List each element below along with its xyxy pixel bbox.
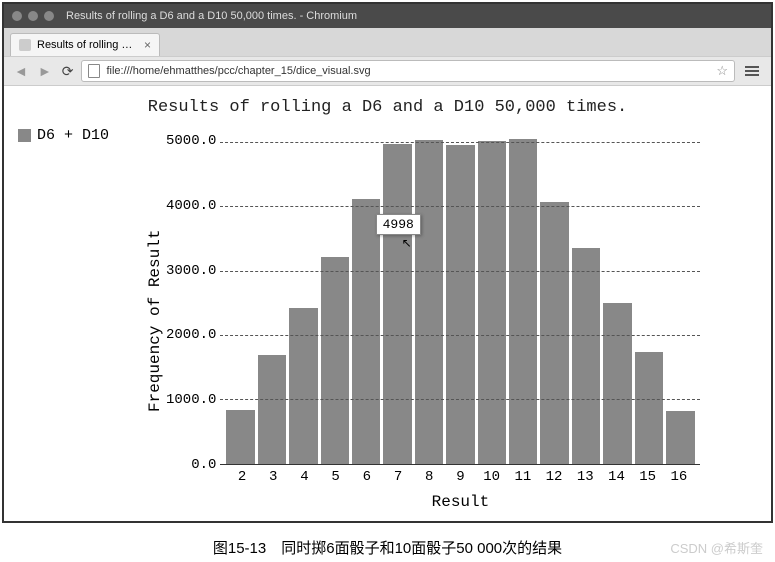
figure-caption: 图15-13 同时掷6面骰子和10面骰子50 000次的结果: [213, 537, 562, 558]
chart-bar[interactable]: [258, 355, 286, 464]
nav-back-icon[interactable]: ◄: [12, 63, 30, 79]
y-tick-label: 2000.0: [166, 327, 216, 343]
gridline: [220, 335, 700, 336]
y-tick-label: 1000.0: [166, 392, 216, 408]
window-close-dot[interactable]: [12, 11, 22, 21]
x-tick-label: 3: [258, 465, 289, 485]
gridline: [220, 399, 700, 400]
y-tick-label: 5000.0: [166, 133, 216, 149]
plot-column: Frequency of Result 5000.0 4000.0 3000.0 20…: [144, 125, 761, 517]
x-tick-label: 10: [476, 465, 507, 485]
window-controls[interactable]: [12, 11, 54, 21]
chart-bar[interactable]: [415, 140, 443, 464]
chart-bar[interactable]: [572, 248, 600, 464]
chart-bar[interactable]: [478, 141, 506, 464]
x-tick-label: 15: [632, 465, 663, 485]
chart-bar[interactable]: [383, 144, 411, 464]
screenshot-frame: Results of rolling a D6 and a D10 50,000…: [2, 2, 773, 523]
chart-legend: D6 + D10: [14, 125, 144, 517]
plot-area: 4998 ↖: [220, 125, 700, 465]
chart-bar[interactable]: [352, 199, 380, 464]
chart-bar[interactable]: [226, 410, 254, 464]
chart-bar[interactable]: [289, 308, 317, 464]
mouse-cursor-icon: ↖: [402, 236, 412, 250]
nav-reload-icon[interactable]: ⟳: [60, 63, 76, 80]
y-tick-label: 4000.0: [166, 198, 216, 214]
y-tick-label: 0.0: [191, 457, 216, 473]
address-bar: ◄ ► ⟳ file:///home/ehmatthes/pcc/chapter…: [4, 56, 771, 86]
page-content: Results of rolling a D6 and a D10 50,000…: [4, 86, 771, 521]
x-axis-label: Result: [220, 493, 700, 511]
chart-bar[interactable]: [321, 257, 349, 464]
nav-forward-icon: ►: [36, 63, 54, 79]
window-min-dot[interactable]: [28, 11, 38, 21]
bookmark-star-icon[interactable]: ☆: [716, 63, 728, 79]
x-tick-label: 13: [570, 465, 601, 485]
browser-tab[interactable]: Results of rolling a D6 ×: [10, 33, 160, 56]
legend-swatch-icon: [18, 129, 31, 142]
bar-tooltip: 4998: [376, 214, 421, 235]
chart-bar[interactable]: [666, 411, 694, 464]
figure-caption-row: 图15-13 同时掷6面骰子和10面骰子50 000次的结果 CSDN @希斯奎: [0, 537, 775, 562]
tooltip-value: 4998: [383, 217, 414, 232]
url-text: file:///home/ehmatthes/pcc/chapter_15/di…: [106, 65, 710, 77]
gridline: [220, 271, 700, 272]
tab-close-icon[interactable]: ×: [144, 38, 151, 52]
legend-item: D6 + D10: [18, 127, 144, 144]
chart-bar[interactable]: [603, 303, 631, 464]
chart-wrap: D6 + D10 Frequency of Result 5000.0 4000.…: [14, 125, 761, 517]
y-axis-label: Frequency of Result: [144, 125, 166, 517]
gridline: [220, 142, 700, 143]
tab-bar: Results of rolling a D6 ×: [4, 28, 771, 56]
x-tick-label: 6: [351, 465, 382, 485]
chart-bar[interactable]: [446, 145, 474, 464]
hamburger-menu-icon[interactable]: [741, 66, 763, 76]
tab-label: Results of rolling a D6: [37, 39, 138, 51]
y-tick-label: 3000.0: [166, 263, 216, 279]
x-tick-label: 2: [226, 465, 257, 485]
x-tick-label: 5: [320, 465, 351, 485]
x-tick-label: 12: [538, 465, 569, 485]
window-title: Results of rolling a D6 and a D10 50,000…: [66, 10, 357, 22]
window-max-dot[interactable]: [44, 11, 54, 21]
tab-favicon-icon: [19, 39, 31, 51]
watermark: CSDN @希斯奎: [670, 538, 763, 557]
window-titlebar: Results of rolling a D6 and a D10 50,000…: [4, 4, 771, 28]
x-tick-label: 4: [289, 465, 320, 485]
chart-bar[interactable]: [540, 202, 568, 464]
x-tick-label: 16: [663, 465, 694, 485]
chart-title: Results of rolling a D6 and a D10 50,000…: [14, 98, 761, 117]
plot-and-xaxis: 4998 ↖ 2345678910111213141516 Result: [220, 125, 700, 517]
x-tick-label: 11: [507, 465, 538, 485]
url-input[interactable]: file:///home/ehmatthes/pcc/chapter_15/di…: [81, 60, 735, 82]
x-tick-label: 7: [382, 465, 413, 485]
x-axis-ticks: 2345678910111213141516: [220, 465, 700, 485]
chart-bar[interactable]: [509, 139, 537, 464]
gridline: [220, 206, 700, 207]
legend-label: D6 + D10: [37, 127, 109, 144]
x-tick-label: 9: [445, 465, 476, 485]
x-tick-label: 14: [601, 465, 632, 485]
chart-bar[interactable]: [635, 352, 663, 464]
bars-container: [220, 125, 700, 464]
file-icon: [88, 64, 100, 78]
y-axis-ticks: 5000.04000.03000.02000.01000.00.0: [166, 125, 220, 465]
x-tick-label: 8: [414, 465, 445, 485]
